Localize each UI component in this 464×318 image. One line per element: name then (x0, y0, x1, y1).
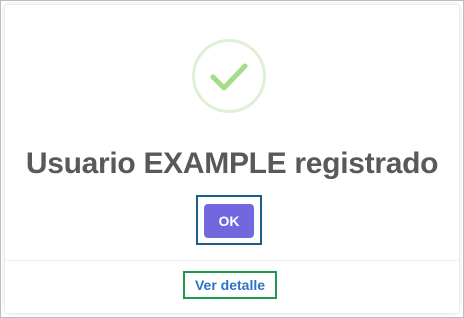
success-check-icon (192, 39, 266, 113)
ok-button-focus-ring: OK (196, 195, 262, 245)
view-detail-link[interactable]: Ver detalle (195, 277, 265, 293)
screenshot-frame: Usuario EXAMPLE registrado OK Ver detall… (0, 0, 464, 318)
checkmark-icon (210, 63, 248, 91)
dialog-title: Usuario EXAMPLE registrado (25, 147, 439, 180)
alert-dialog: Usuario EXAMPLE registrado OK Ver detall… (5, 5, 459, 313)
footer-divider (5, 260, 459, 261)
footer-link-focus-ring: Ver detalle (183, 271, 277, 299)
ok-button[interactable]: OK (204, 204, 254, 238)
